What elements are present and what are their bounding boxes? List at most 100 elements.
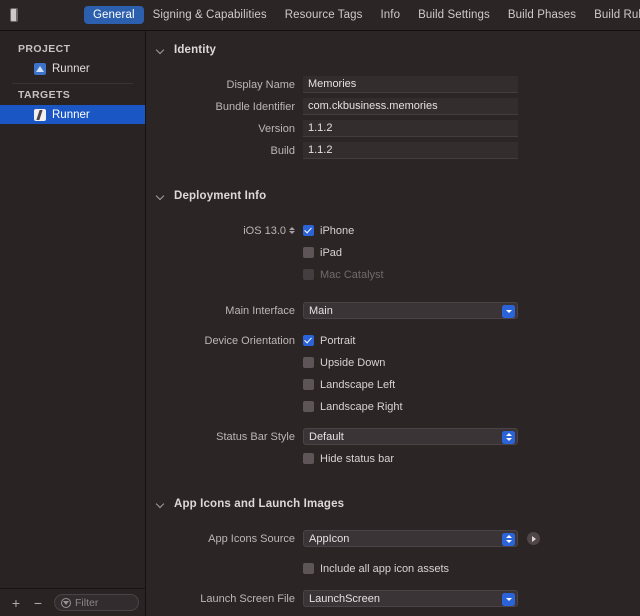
row-mac-catalyst: Mac Catalyst <box>146 264 640 285</box>
sidebar-item-target-runner[interactable]: Runner <box>0 105 145 124</box>
label-device-orientation: Device Orientation <box>204 334 296 347</box>
target-icon <box>34 108 46 121</box>
tab-info[interactable]: Info <box>372 6 410 24</box>
tab-build-rules[interactable]: Build Rules <box>585 6 640 24</box>
xcode-project-editor-window: General Signing & Capabilities Resource … <box>0 0 640 616</box>
up-down-chevron-icon[interactable] <box>502 430 515 444</box>
checkbox-label: Hide status bar <box>320 452 394 465</box>
row-device-orientation: Device Orientation Portrait <box>146 330 640 351</box>
version-input[interactable]: 1.1.2 <box>303 120 518 137</box>
checkbox-label: Include all app icon assets <box>320 562 450 575</box>
sidebar-scroll-area: PROJECT Runner TARGETS Runner <box>0 31 145 588</box>
sidebar-item-project-runner[interactable]: Runner <box>0 59 145 78</box>
label-status-bar-style: Status Bar Style <box>216 430 295 443</box>
section-title: Identity <box>174 44 217 56</box>
chevron-down-icon[interactable] <box>502 304 515 318</box>
row-landscape-right: Landscape Right <box>146 396 640 417</box>
section-title: Deployment Info <box>174 190 267 202</box>
deployment-target-value: iOS 13.0 <box>243 224 286 237</box>
filter-circle-icon <box>61 597 71 608</box>
status-bar-style-value: Default <box>309 430 344 443</box>
main-interface-value: Main <box>309 304 333 317</box>
project-targets-sidebar: PROJECT Runner TARGETS Runner + − Filter <box>0 31 146 616</box>
row-display-name: Display Name Memories <box>146 74 640 95</box>
build-input[interactable]: 1.1.2 <box>303 142 518 159</box>
launch-screen-file-select[interactable]: LaunchScreen <box>303 590 518 607</box>
row-hide-status-bar: Hide status bar <box>146 448 640 469</box>
row-deployment-target: iOS 13.0 iPhone <box>146 220 640 241</box>
label-display-name: Display Name <box>226 78 295 91</box>
row-version: Version 1.1.2 <box>146 118 640 139</box>
settings-scroll-area[interactable]: Identity Display Name Memories Bundle Id… <box>146 31 640 616</box>
launch-screen-file-value: LaunchScreen <box>309 592 380 605</box>
row-bundle-identifier: Bundle Identifier com.ckbusiness.memorie… <box>146 96 640 117</box>
app-icons-source-select[interactable]: AppIcon <box>303 530 518 547</box>
row-landscape-left: Landscape Left <box>146 374 640 395</box>
chevron-down-icon <box>156 192 165 201</box>
remove-target-button[interactable]: − <box>28 593 48 613</box>
tab-signing-capabilities[interactable]: Signing & Capabilities <box>144 6 276 24</box>
label-deployment-target[interactable]: iOS 13.0 <box>146 225 303 237</box>
label-main-interface: Main Interface <box>225 304 295 317</box>
chevron-down-icon[interactable] <box>502 592 515 606</box>
checkbox-label: Mac Catalyst <box>320 268 384 281</box>
checkbox-row-include-all-assets[interactable]: Include all app icon assets <box>303 561 518 577</box>
deployment-target-stepper[interactable] <box>289 226 295 235</box>
checkbox-row-landscape-left[interactable]: Landscape Left <box>303 377 518 393</box>
checkbox-row-upside-down[interactable]: Upside Down <box>303 355 518 371</box>
editor-body: PROJECT Runner TARGETS Runner + − Filter <box>0 31 640 616</box>
section-deployment-info-header[interactable]: Deployment Info <box>146 187 640 205</box>
sidebar-item-label: Runner <box>52 108 90 121</box>
section-identity-header[interactable]: Identity <box>146 41 640 59</box>
row-build: Build 1.1.2 <box>146 140 640 161</box>
checkbox-row-iphone[interactable]: iPhone <box>303 223 518 239</box>
status-bar-style-select[interactable]: Default <box>303 428 518 445</box>
label-app-icons-source: App Icons Source <box>208 532 295 545</box>
checkbox-ipad[interactable] <box>303 247 314 258</box>
display-name-input[interactable]: Memories <box>303 76 518 93</box>
sidebar-bottom-bar: + − Filter <box>0 588 145 616</box>
row-status-bar-style: Status Bar Style Default <box>146 426 640 447</box>
label-build: Build <box>270 144 295 157</box>
checkbox-label: iPad <box>320 246 343 259</box>
checkbox-include-all-assets[interactable] <box>303 563 314 574</box>
checkbox-landscape-right[interactable] <box>303 401 314 412</box>
checkbox-iphone[interactable] <box>303 225 314 236</box>
add-target-button[interactable]: + <box>6 593 26 613</box>
label-bundle-identifier: Bundle Identifier <box>215 100 296 113</box>
app-icons-source-value: AppIcon <box>309 532 350 545</box>
reveal-asset-catalog-button[interactable] <box>527 532 540 545</box>
checkbox-row-hide-status-bar[interactable]: Hide status bar <box>303 451 518 467</box>
row-launch-screen-file: Launch Screen File LaunchScreen <box>146 588 640 609</box>
bundle-identifier-input[interactable]: com.ckbusiness.memories <box>303 98 518 115</box>
section-app-icons-header[interactable]: App Icons and Launch Images <box>146 495 640 513</box>
checkbox-row-portrait[interactable]: Portrait <box>303 333 518 349</box>
label-launch-screen-file: Launch Screen File <box>200 592 295 605</box>
label-version: Version <box>258 122 295 135</box>
checkbox-landscape-left[interactable] <box>303 379 314 390</box>
editor-tab-bar: General Signing & Capabilities Resource … <box>0 0 640 31</box>
checkbox-row-landscape-right[interactable]: Landscape Right <box>303 399 518 415</box>
up-down-chevron-icon[interactable] <box>502 532 515 546</box>
sidebar-divider <box>12 83 133 84</box>
row-upside-down: Upside Down <box>146 352 640 373</box>
tab-resource-tags[interactable]: Resource Tags <box>276 6 372 24</box>
checkbox-portrait[interactable] <box>303 335 314 346</box>
checkbox-hide-status-bar[interactable] <box>303 453 314 464</box>
checkbox-label: Upside Down <box>320 356 386 369</box>
checkbox-upside-down[interactable] <box>303 357 314 368</box>
tab-general[interactable]: General <box>84 6 144 24</box>
main-interface-select[interactable]: Main <box>303 302 518 319</box>
checkbox-label: Portrait <box>320 334 356 347</box>
checkbox-label: Landscape Left <box>320 378 396 391</box>
tab-build-phases[interactable]: Build Phases <box>499 6 585 24</box>
row-app-icons-source: App Icons Source AppIcon <box>146 528 640 549</box>
checkbox-row-ipad[interactable]: iPad <box>303 245 518 261</box>
sidebar-toggle-icon-pane <box>11 9 17 21</box>
row-ipad: iPad <box>146 242 640 263</box>
checkbox-label: iPhone <box>320 224 355 237</box>
tab-build-settings[interactable]: Build Settings <box>409 6 499 24</box>
checkbox-mac-catalyst <box>303 269 314 280</box>
sidebar-toggle-icon[interactable] <box>10 8 18 22</box>
filter-input[interactable]: Filter <box>54 594 139 611</box>
